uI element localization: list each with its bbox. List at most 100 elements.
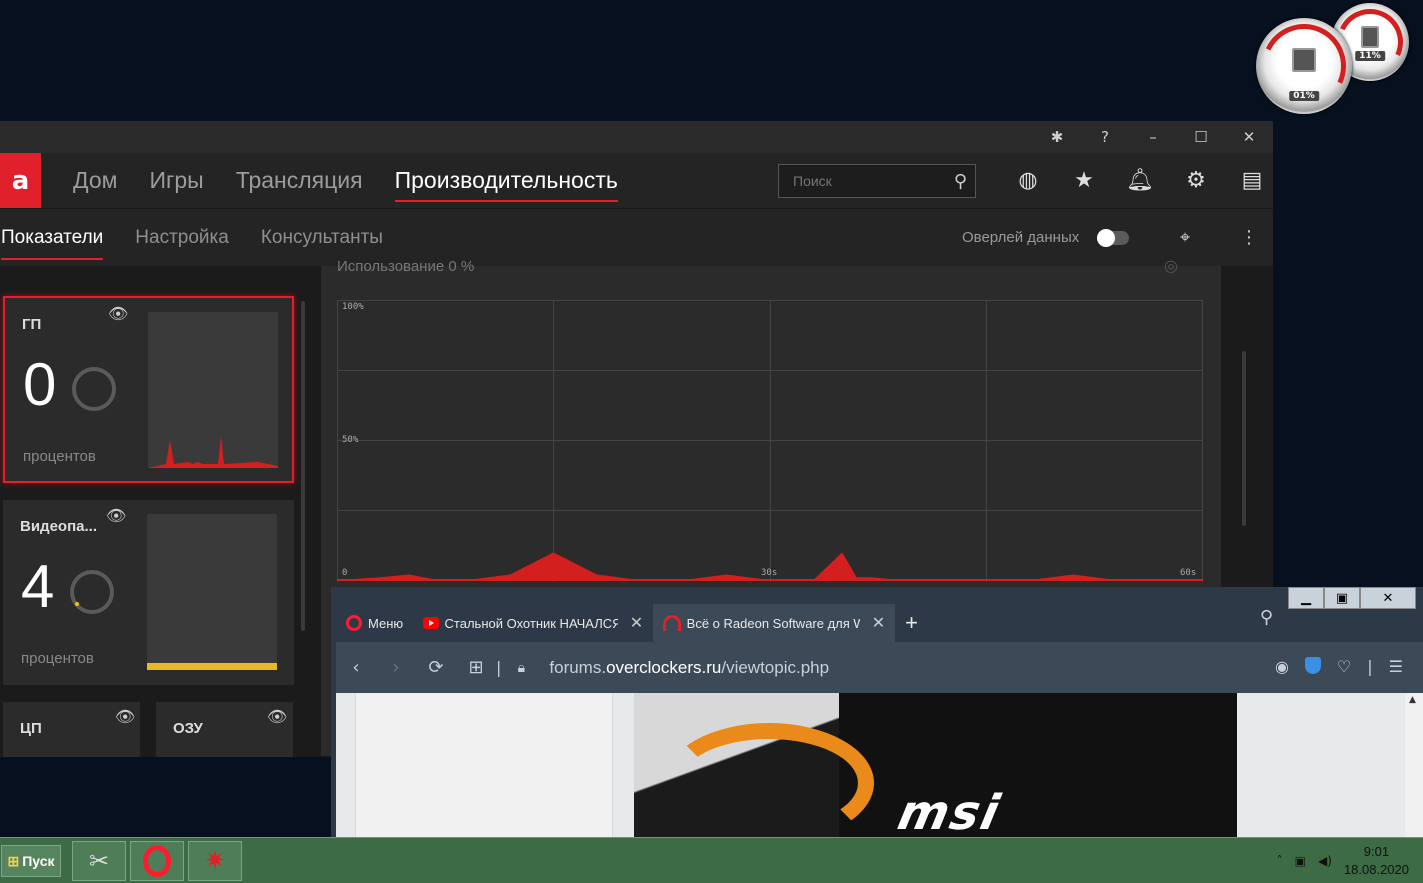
image-orange-arc (664, 723, 874, 837)
main-nav: a Дом Игры Трансляция Производительность… (0, 153, 1273, 208)
new-tab-button[interactable]: + (895, 604, 928, 642)
tab-games[interactable]: Игры (133, 153, 219, 208)
camera-icon[interactable]: ◉ (1275, 657, 1289, 676)
cpu-chip-icon (1292, 48, 1316, 73)
url-field[interactable]: forums.overclockers.ru/viewtopic.php (549, 658, 829, 678)
back-icon[interactable]: ‹ (336, 657, 376, 678)
eye-icon[interactable]: 👁︎ (115, 707, 135, 726)
url-path: /viewtopic.php (721, 657, 830, 677)
windows-logo-icon: ⊞ (7, 852, 20, 869)
forum-sidebar (355, 693, 613, 837)
heart-icon[interactable]: ♡ (1337, 657, 1351, 676)
start-label: Пуск (22, 853, 55, 869)
tab-home[interactable]: Дом (57, 153, 133, 208)
tab-search-icon[interactable]: ⚲ (1260, 607, 1273, 628)
ram-percent: 11% (1355, 51, 1385, 61)
help-icon[interactable]: ? (1081, 121, 1129, 153)
opera-menu-button[interactable]: Меню (336, 604, 413, 642)
web-page-content: msi (336, 693, 1423, 837)
card-title: ОЗУ (173, 720, 203, 737)
tray-expand-icon[interactable]: ˄ (1277, 854, 1283, 868)
search-icon[interactable]: ⚲ (954, 171, 967, 192)
cpu-card[interactable]: ЦП 👁︎ (3, 702, 140, 757)
start-button[interactable]: ⊞ Пуск (1, 845, 61, 877)
tab-close-icon[interactable]: ✕ (630, 613, 643, 633)
taskbar-app-opera[interactable] (130, 841, 184, 881)
crosshair-icon[interactable]: ⌖ (1180, 227, 1190, 248)
search-box[interactable]: ⚲ (778, 164, 976, 198)
address-bar-icons: ◉ ♡ | ☰ (1275, 657, 1403, 676)
maximize-button[interactable]: ☐ (1177, 121, 1225, 153)
vram-ring-indicator (75, 602, 79, 606)
opera-app-icon (143, 845, 171, 877)
reload-icon[interactable]: ⟳ (416, 657, 456, 678)
close-button[interactable]: ✕ (1225, 121, 1273, 153)
forum-post-image[interactable]: msi (634, 693, 1237, 837)
vram-value: 4 (21, 553, 55, 620)
ram-card[interactable]: ОЗУ 👁︎ (156, 702, 293, 757)
cpu-percent: 01% (1289, 91, 1319, 101)
subtab-tuning[interactable]: Настройка (119, 209, 245, 266)
gpu-card[interactable]: ГП 👁︎ 0 процентов (3, 296, 294, 483)
page-scrollbar[interactable] (1405, 693, 1423, 837)
settings-icon[interactable]: ◎ (1164, 256, 1178, 275)
opera-logo-icon (346, 615, 362, 631)
bug-icon[interactable]: ✱ (1033, 121, 1081, 153)
tab-close-icon[interactable]: ✕ (872, 613, 885, 633)
msi-logo: msi (893, 785, 1006, 837)
close-button[interactable]: ✕ (1360, 587, 1416, 609)
globe-icon[interactable]: ◍ (1000, 153, 1056, 208)
card-title: Видеопа... (20, 518, 97, 535)
y-label-mid: 50% (342, 435, 359, 445)
nav-icons: ◍ ★ 🔔︎ ⚙ ▤ (1000, 153, 1280, 208)
easy-setup-icon[interactable]: ☰ (1389, 657, 1403, 676)
address-bar-row: ‹ › ⟳ ⊞ | 🔒︎ forums.overclockers.ru/view… (336, 642, 1423, 693)
sub-nav: Показатели Настройка Консультанты Оверле… (0, 208, 1273, 266)
paint-app-icon: ✂ (88, 847, 110, 875)
menu-label: Меню (368, 615, 404, 631)
tab-strip: Меню Стальной Охотник НАЧАЛСЯ ✕ Всё о Ra… (336, 604, 928, 642)
forward-icon[interactable]: › (376, 657, 416, 678)
eye-icon[interactable]: 👁︎ (267, 707, 287, 726)
vram-card[interactable]: Видеопа... 👁︎ 4 процентов (3, 500, 294, 685)
layout-icon[interactable]: ▤ (1224, 153, 1280, 208)
clock-time: 9:01 (1363, 844, 1390, 859)
overlay-toggle[interactable] (1097, 229, 1129, 247)
tab-radeon-forum[interactable]: Всё о Radeon Software для W ✕ (653, 604, 896, 642)
gpu-mini-chart (148, 312, 278, 468)
gear-icon[interactable]: ⚙ (1168, 153, 1224, 208)
shield-icon[interactable] (1304, 657, 1321, 674)
amd-logo[interactable]: a (0, 153, 41, 208)
url-domain: overclockers.ru (606, 657, 722, 677)
vram-units: процентов (21, 650, 94, 667)
subtab-metrics[interactable]: Показатели (0, 209, 119, 266)
minimize-button[interactable]: – (1129, 121, 1177, 153)
taskbar: ⊞ Пуск ✂ ✷ ˄ ▣ ◀) 9:01 18.08.2020 (0, 837, 1423, 883)
star-icon[interactable]: ★ (1056, 153, 1112, 208)
memory-chip-icon (1361, 26, 1379, 49)
network-icon[interactable]: ▣ (1295, 854, 1306, 868)
tab-streaming[interactable]: Трансляция (220, 153, 379, 208)
usage-chart-svg (337, 300, 1203, 582)
eye-icon[interactable]: 👁︎ (108, 304, 128, 323)
speed-dial-icon[interactable]: ⊞ (456, 657, 496, 678)
taskbar-app-radeon[interactable]: ✷ (188, 841, 242, 881)
taskbar-app-paint[interactable]: ✂ (72, 841, 126, 881)
cpu-gauge: 01% (1250, 12, 1358, 120)
search-input[interactable] (793, 173, 933, 189)
more-icon[interactable]: ⋮ (1240, 227, 1258, 248)
page-scrollbar[interactable] (1242, 351, 1246, 526)
lock-icon[interactable]: 🔒︎ (501, 660, 541, 676)
window-controls: ▁ ▣ ✕ (1288, 587, 1416, 609)
cards-scrollbar[interactable] (301, 301, 305, 631)
maximize-button[interactable]: ▣ (1324, 587, 1360, 609)
clock[interactable]: 9:01 18.08.2020 (1344, 843, 1409, 879)
eye-icon[interactable]: 👁︎ (106, 506, 126, 525)
bell-icon[interactable]: 🔔︎ (1112, 153, 1168, 208)
minimize-button[interactable]: ▁ (1288, 587, 1324, 609)
tab-youtube[interactable]: Стальной Охотник НАЧАЛСЯ ✕ (413, 604, 653, 642)
tab-performance[interactable]: Производительность (379, 153, 634, 208)
volume-icon[interactable]: ◀) (1318, 854, 1332, 868)
usage-chart: 100% 50% 0 30s 60s (337, 300, 1203, 582)
tab-title: Стальной Охотник НАЧАЛСЯ (444, 615, 618, 631)
